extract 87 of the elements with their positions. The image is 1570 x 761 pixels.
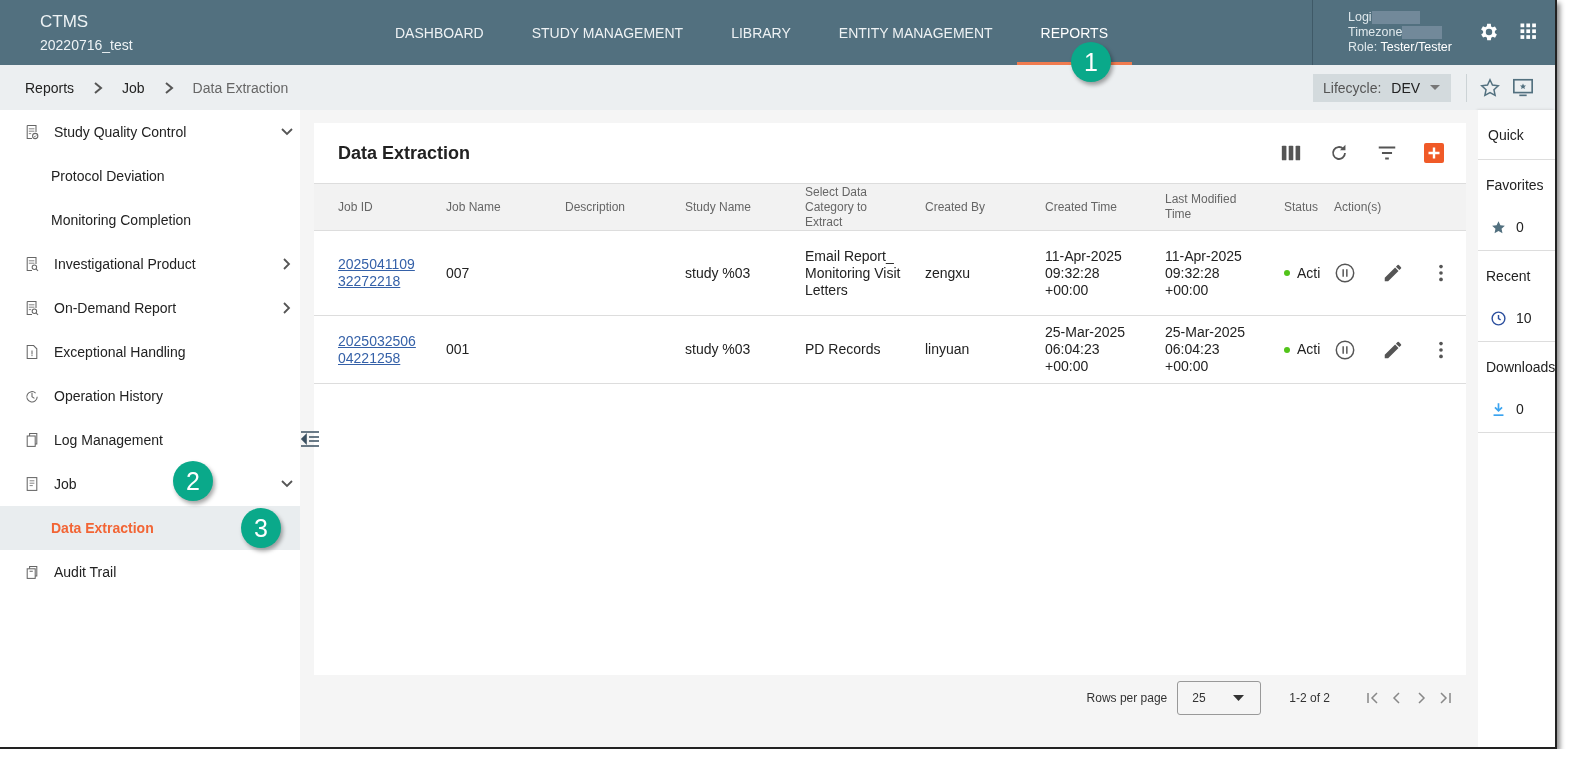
sidebar-subitem[interactable]: Monitoring Completion xyxy=(51,212,192,228)
dropdown-caret-icon xyxy=(1233,694,1245,701)
document-icon xyxy=(24,344,40,360)
blurred-area xyxy=(1371,11,1420,24)
job-id-link[interactable]: 2025041109 32272218 xyxy=(338,256,422,290)
nav-tab[interactable]: LIBRARY xyxy=(707,0,815,65)
rows-per-page-label: Rows per page xyxy=(1086,690,1168,705)
table-cell: 25-Mar-2025 06:04:23 +00:00 xyxy=(1165,315,1284,384)
chevron-right-icon xyxy=(163,80,174,95)
page-range: 1-2 of 2 xyxy=(1289,690,1330,705)
pause-icon[interactable] xyxy=(1334,338,1356,361)
breadcrumb-link[interactable]: Job xyxy=(122,79,145,96)
star-icon xyxy=(1490,218,1507,236)
project-name: 20220716_test xyxy=(40,37,133,53)
column-header[interactable]: Select Data Category to Extract xyxy=(805,184,925,231)
table-cell: study %03 xyxy=(685,230,805,316)
table-cell: zengxu xyxy=(925,230,1045,316)
sidebar-item[interactable]: Audit Trail xyxy=(54,564,117,580)
section-label[interactable]: Downloads xyxy=(1486,342,1555,392)
chevron-right-icon xyxy=(93,80,104,95)
star-outline-icon[interactable] xyxy=(1479,76,1501,99)
nav-tab[interactable]: DASHBOARD xyxy=(371,0,508,65)
panel-title: Quick xyxy=(1478,110,1555,160)
timezone-label: Timezone xyxy=(1348,25,1403,40)
sidebar-item[interactable]: Study Quality Control xyxy=(54,124,187,140)
column-header[interactable]: Created Time xyxy=(1045,184,1165,231)
document-icon xyxy=(24,256,40,272)
clock-icon xyxy=(1490,309,1507,327)
column-header[interactable]: Study Name xyxy=(685,184,805,231)
count-text: 0 xyxy=(1516,219,1524,235)
breadcrumb-current: Data Extraction xyxy=(192,79,289,96)
column-header[interactable]: Action(s) xyxy=(1334,184,1466,231)
document-icon xyxy=(24,564,40,580)
nav-tab[interactable]: STUDY MANAGEMENT xyxy=(507,0,708,65)
monitor-star-icon[interactable] xyxy=(1511,76,1535,99)
table-cell: study %03 xyxy=(685,315,805,384)
column-header[interactable]: Description xyxy=(565,184,685,231)
table-cell: 001 xyxy=(446,315,565,384)
table-cell: 11-Apr-2025 09:32:28 +00:00 xyxy=(1045,230,1165,316)
apps-grid-icon[interactable] xyxy=(1518,21,1538,41)
status-text: Acti xyxy=(1297,264,1321,282)
pause-icon[interactable] xyxy=(1334,262,1356,284)
document-icon xyxy=(24,388,40,404)
collapse-sidebar-icon[interactable] xyxy=(300,430,320,448)
job-id-link[interactable]: 2025032506 04221258 xyxy=(338,332,422,367)
column-header[interactable]: Created By xyxy=(925,184,1045,231)
breadcrumb-link[interactable]: Reports xyxy=(25,79,75,96)
lifecycle-dropdown[interactable]: Lifecycle: DEV xyxy=(1313,73,1451,102)
table-cell: 11-Apr-2025 09:32:28 +00:00 xyxy=(1165,230,1284,316)
login-label: Logi xyxy=(1348,10,1372,25)
sidebar-subitem[interactable]: Protocol Deviation xyxy=(51,168,165,184)
last-page-icon[interactable] xyxy=(1438,690,1452,705)
table-cell: 007 xyxy=(446,230,565,316)
sidebar-item[interactable]: Log Management xyxy=(54,432,163,448)
nav-tab[interactable]: ENTITY MANAGEMENT xyxy=(814,0,1017,65)
settings-icon[interactable] xyxy=(1478,21,1500,43)
document-icon xyxy=(24,432,40,448)
sidebar-item[interactable]: Investigational Product xyxy=(54,256,196,272)
column-header[interactable]: Job ID xyxy=(314,184,446,231)
add-icon[interactable] xyxy=(1424,143,1444,163)
sidebar-item[interactable]: On-Demand Report xyxy=(54,300,177,316)
column-header[interactable]: Job Name xyxy=(446,184,565,231)
count-text: 0 xyxy=(1516,401,1524,417)
document-icon xyxy=(24,300,40,316)
table-cell: 25-Mar-2025 06:04:23 +00:00 xyxy=(1045,315,1165,384)
sidebar-item[interactable]: Exceptional Handling xyxy=(54,344,186,360)
section-label[interactable]: Recent xyxy=(1486,251,1555,301)
rows-per-page-select[interactable]: 25 xyxy=(1177,680,1262,715)
table-cell: Email Report_Monitoring Visit Letters xyxy=(805,230,925,316)
table-cell: PD Records xyxy=(805,315,925,384)
dropdown-caret-icon xyxy=(1430,84,1441,91)
count-text: 10 xyxy=(1516,310,1532,326)
app-name: CTMS xyxy=(40,12,89,32)
panel-title: Data Extraction xyxy=(338,142,472,164)
column-header[interactable]: Status xyxy=(1284,184,1334,231)
sidebar-item[interactable]: Job xyxy=(54,476,77,492)
section-label[interactable]: Favorites xyxy=(1486,160,1555,210)
role-text: Role: Tester/Tester xyxy=(1348,40,1453,55)
blurred-area xyxy=(1402,26,1443,39)
document-icon xyxy=(24,476,40,492)
status-text: Acti xyxy=(1297,341,1321,358)
table-cell: linyuan xyxy=(925,315,1045,384)
column-header[interactable]: Last Modified Time xyxy=(1165,184,1284,231)
document-icon xyxy=(24,124,40,140)
sidebar-item[interactable]: Operation History xyxy=(54,388,163,404)
pencil-icon[interactable] xyxy=(1382,262,1404,284)
first-page-icon[interactable] xyxy=(1366,690,1380,705)
